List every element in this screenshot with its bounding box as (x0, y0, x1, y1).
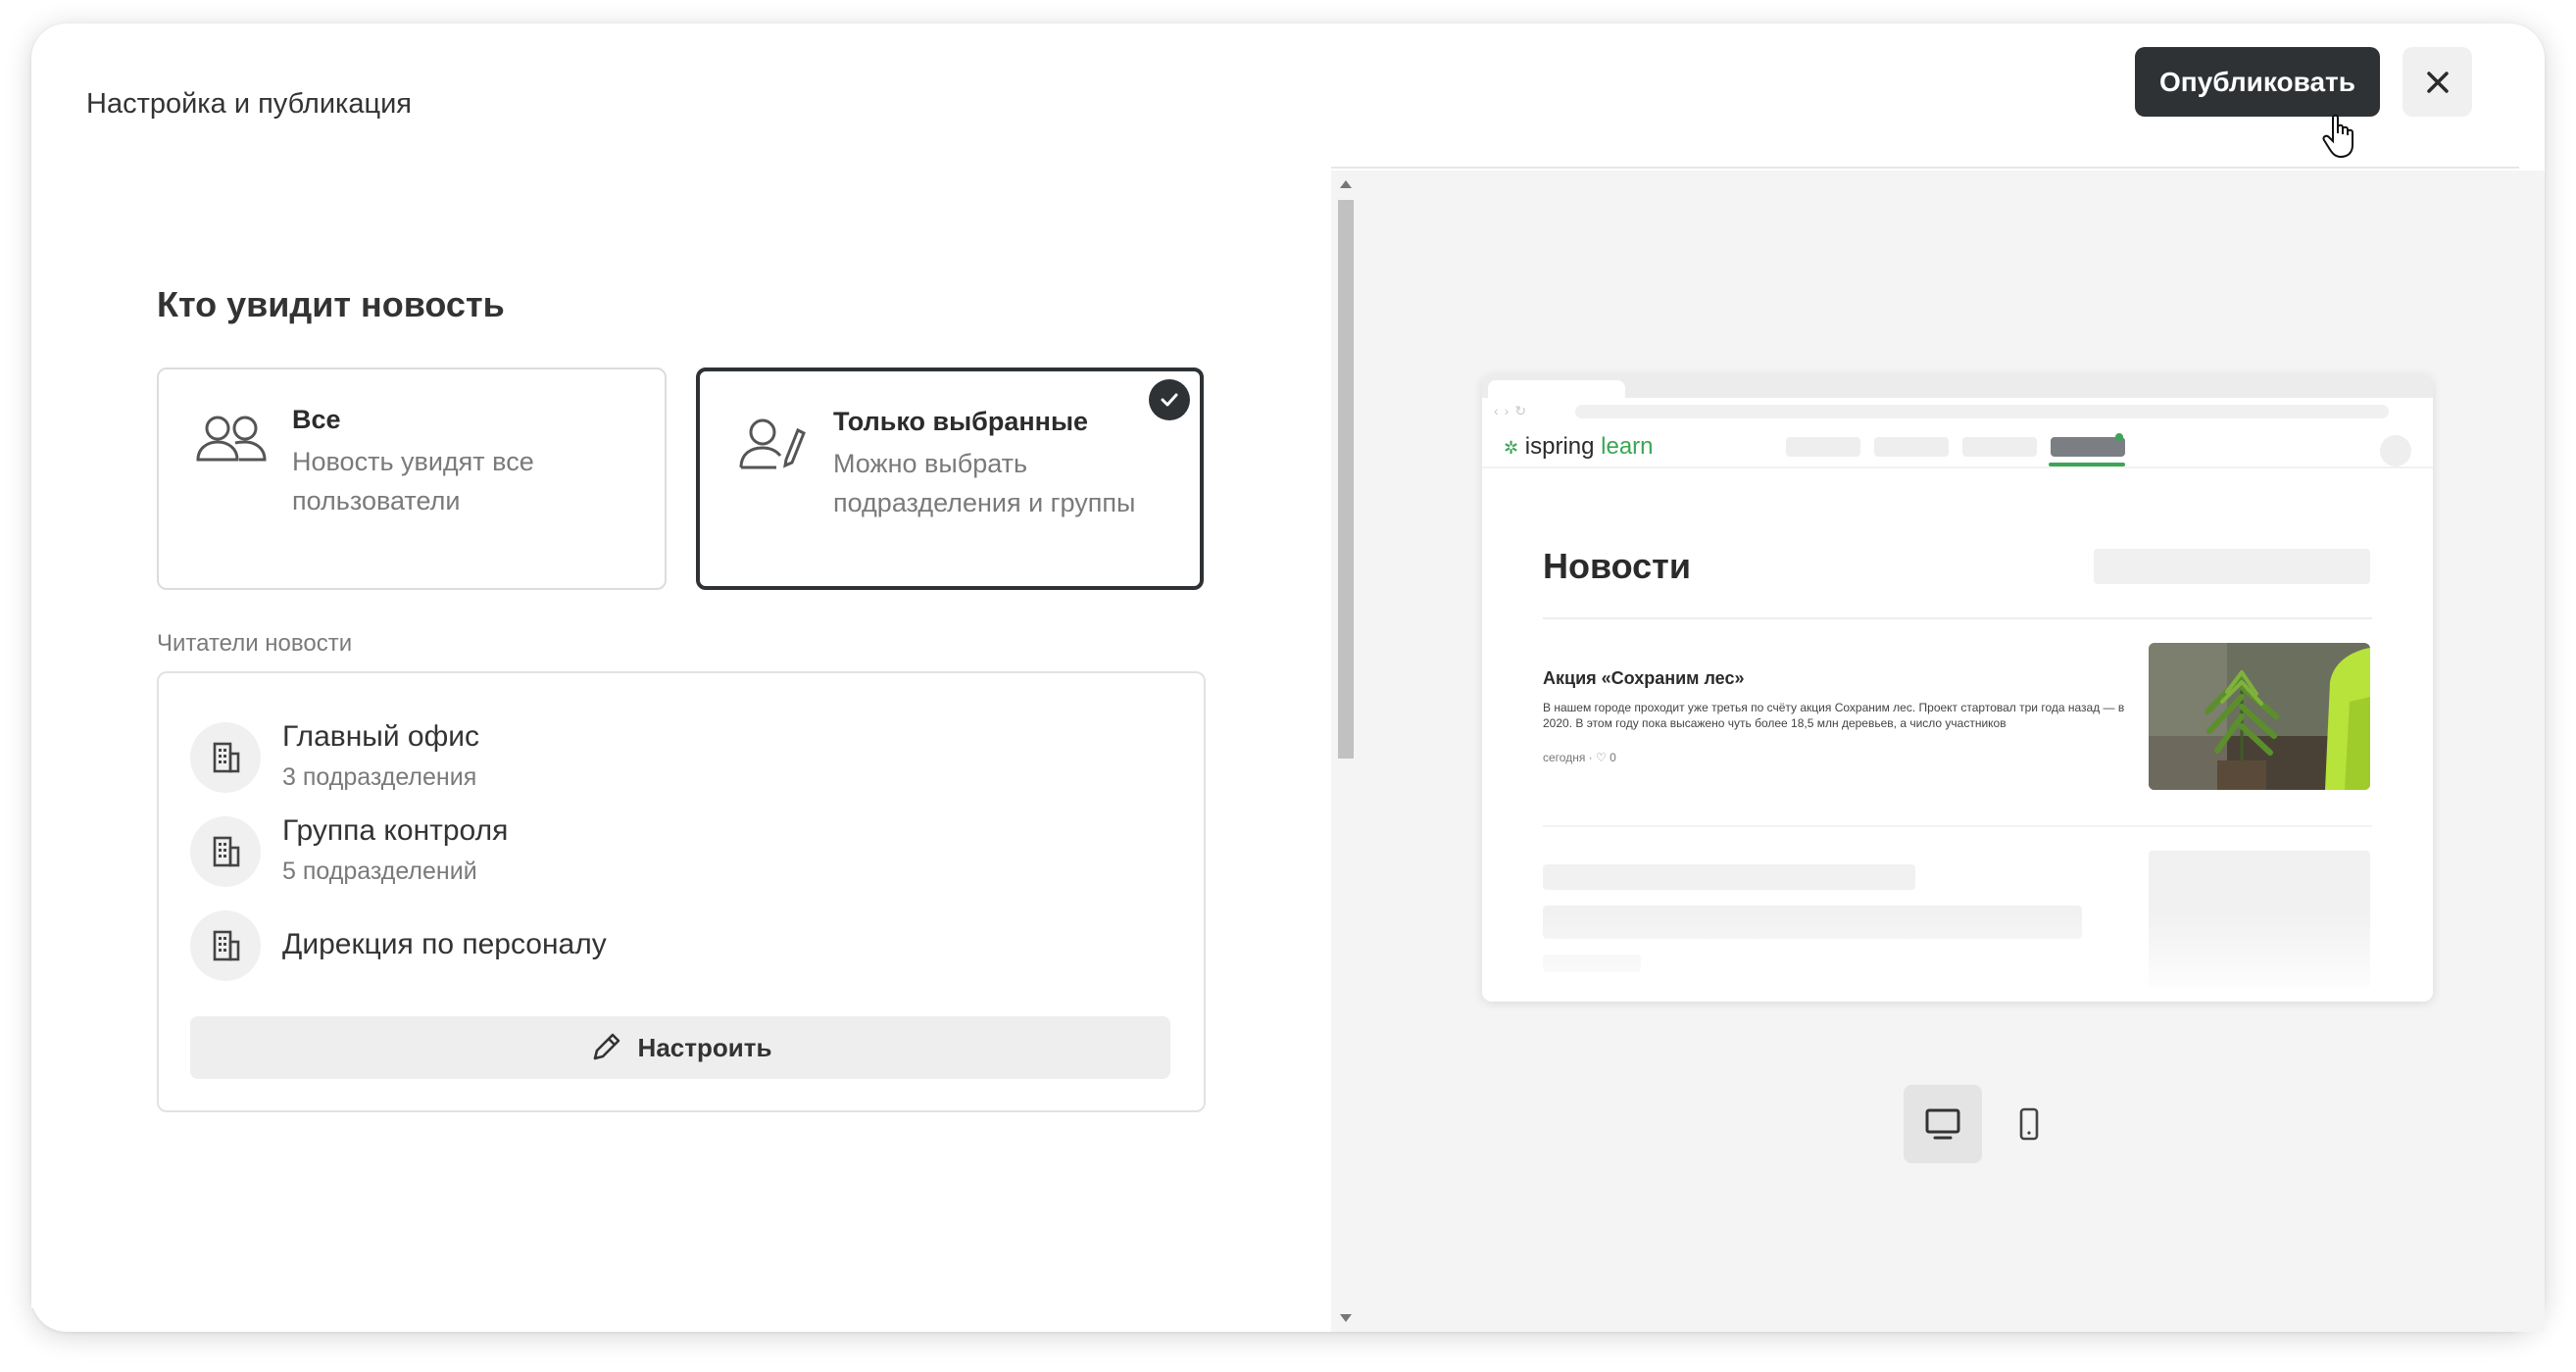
browser-nav-icons: ‹›↻ (1494, 403, 1533, 418)
reader-sub: 5 подразделений (282, 858, 477, 885)
nav-placeholder (1874, 437, 1949, 457)
reader-sub: 3 подразделения (282, 763, 477, 791)
ispring-logo: ✲ ispring learn (1504, 433, 1654, 461)
close-button[interactable] (2403, 47, 2472, 117)
desktop-icon (1925, 1108, 1960, 1140)
url-field (1575, 405, 2389, 418)
reader-name: Дирекция по персоналу (282, 928, 607, 960)
option-title: Все (292, 405, 341, 434)
notification-dot (2115, 433, 2123, 441)
skeleton-line (1543, 864, 1915, 890)
article-body: В нашем городе проходит уже третья по сч… (1543, 701, 2125, 730)
logo-suffix: learn (1601, 433, 1654, 460)
scroll-up-arrow-icon[interactable] (1340, 180, 1352, 188)
dialog-title: Настройка и публикация (86, 88, 412, 120)
list-item: Группа контроля 5 подразделений (190, 814, 1072, 887)
option-description: Можно выбрать подразделения и группы (833, 449, 1136, 517)
readers-label: Читатели новости (157, 630, 353, 657)
nav-placeholder-active (2051, 437, 2125, 457)
pencil-icon (593, 1033, 619, 1060)
avatar (2380, 435, 2411, 466)
option-description: Новость увидят все пользователи (292, 447, 534, 515)
preview-fade (1482, 913, 2433, 1002)
browser-tabbar (1482, 374, 2433, 402)
logo-prefix: ispring (1524, 433, 1595, 460)
divider (1543, 825, 2372, 827)
check-icon (1161, 393, 1178, 407)
list-item: Дирекция по персоналу (190, 910, 1072, 981)
option-title: Только выбранные (833, 407, 1089, 436)
desktop-preview-button[interactable] (1904, 1085, 1982, 1163)
nav-placeholder (1786, 437, 1860, 457)
article-image (2149, 643, 2370, 790)
close-icon (2426, 71, 2449, 93)
building-icon (190, 816, 261, 887)
audience-title: Кто увидит новость (157, 284, 505, 324)
nav-placeholder (1962, 437, 2037, 457)
publish-button[interactable]: Опубликовать (2135, 47, 2380, 117)
active-nav-underline (2049, 463, 2125, 466)
browser-address-bar: ‹›↻ (1482, 398, 2433, 423)
configure-button[interactable]: Настроить (190, 1016, 1170, 1079)
settings-scrollbar[interactable] (1331, 171, 1361, 1332)
search-placeholder (2094, 549, 2370, 584)
readers-list: Главный офис 3 подразделения Группа конт… (157, 671, 1206, 1112)
reader-name: Главный офис (282, 720, 480, 753)
audience-option-all[interactable]: Все Новость увидят все пользователи (157, 368, 667, 590)
audience-option-selected[interactable]: Только выбранные Можно выбрать подраздел… (696, 368, 1204, 590)
divider (1543, 617, 2372, 619)
building-icon (190, 722, 261, 793)
spark-icon: ✲ (1504, 438, 1519, 458)
scroll-down-arrow-icon[interactable] (1340, 1314, 1352, 1322)
news-preview-browser: ‹›↻ ✲ ispring learn Новости Акция «Сохра… (1482, 374, 2433, 1002)
configure-label: Настроить (637, 1032, 772, 1062)
building-icon (190, 910, 261, 981)
hand-cursor-icon (2322, 114, 2353, 159)
list-item: Главный офис 3 подразделения (190, 720, 1072, 793)
reader-name: Группа контроля (282, 814, 509, 847)
article-title: Акция «Сохраним лес» (1543, 668, 1745, 688)
mobile-icon (2019, 1107, 2039, 1141)
mobile-preview-button[interactable] (1990, 1085, 2068, 1163)
selected-check-badge (1149, 379, 1190, 420)
user-edit-icon (739, 418, 806, 469)
article-meta: сегодня · ♡ 0 (1543, 751, 1616, 764)
app-navbar: ✲ ispring learn (1482, 423, 2433, 468)
users-icon (196, 416, 267, 462)
news-heading: Новости (1543, 546, 1691, 586)
scroll-thumb[interactable] (1338, 200, 1354, 759)
